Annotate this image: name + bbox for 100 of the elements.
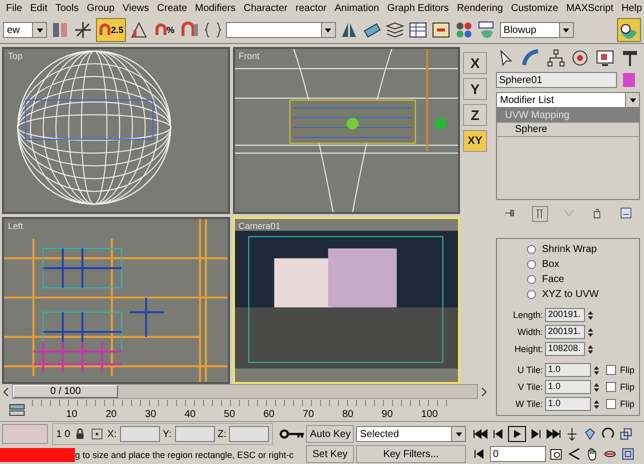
flip-checkbox[interactable]: Flip [606, 365, 635, 375]
dropdown-arrow-icon [454, 430, 462, 438]
parameter-field[interactable]: 1.0 [545, 380, 591, 394]
frame-number: 70 [302, 409, 314, 420]
mapping-radio-option[interactable]: Box [505, 258, 639, 271]
menu-item[interactable]: Character [240, 3, 292, 14]
modifier-list-dropdown[interactable]: Modifier List [496, 92, 640, 108]
axis-constraint-button[interactable]: Y [463, 78, 487, 100]
quick-render-icon[interactable] [617, 18, 641, 42]
flip-checkbox[interactable]: Flip [606, 382, 635, 392]
menu-item[interactable]: Graph Editors [383, 3, 453, 14]
go-to-start-icon[interactable] [472, 427, 488, 441]
dropdown-arrow-icon [628, 96, 636, 104]
menu-item[interactable]: Tools [51, 3, 83, 14]
angle-snap-icon[interactable] [128, 20, 149, 40]
maximize-viewport-icon[interactable] [620, 447, 636, 461]
key-icon[interactable] [279, 427, 306, 441]
time-slider-thumb[interactable]: 0 / 100 [13, 385, 118, 398]
spinner-arrows-icon[interactable] [587, 308, 594, 322]
time-configuration-icon[interactable] [548, 447, 564, 461]
dropdown-arrow-icon [562, 26, 570, 34]
object-name-field[interactable]: Sphere01 [496, 72, 617, 88]
frame-number: 10 [66, 409, 78, 420]
frame-number: 100 [421, 409, 438, 420]
key-filters-button[interactable]: Key Filters... [356, 445, 466, 463]
coordinate-label: X: [107, 428, 117, 440]
mapping-radio-option[interactable]: Shrink Wrap [505, 243, 639, 256]
move-icon[interactable] [73, 20, 93, 40]
spinner-arrows-icon[interactable] [593, 398, 600, 410]
material-editor-icon[interactable] [454, 20, 474, 40]
frame-number: 30 [145, 409, 156, 420]
current-frame-field[interactable]: 0 [490, 446, 546, 462]
coordinate-field[interactable] [229, 426, 270, 442]
script-listener-field[interactable] [2, 424, 48, 444]
frame-number: 40 [184, 409, 196, 420]
schematic-view-icon[interactable] [430, 20, 451, 40]
parameter-field[interactable]: 1.0 [545, 397, 591, 411]
axis-constraint-button[interactable]: XY [463, 130, 487, 152]
parameter-field[interactable]: 200191. [545, 308, 585, 322]
spinner-arrows-icon[interactable] [587, 342, 594, 356]
menu-item[interactable]: MAXScript [562, 3, 618, 14]
menu-item[interactable]: Create [153, 3, 192, 14]
spinner-arrows-icon[interactable] [587, 326, 594, 338]
coordinate-field[interactable] [174, 426, 215, 442]
parameter-field[interactable]: 200191. [545, 325, 585, 339]
menu-item[interactable]: Modifiers [191, 3, 240, 14]
motion-tab-icon[interactable] [570, 48, 590, 68]
dropdown-arrow-icon [324, 26, 332, 34]
previous-frame-icon[interactable] [2, 386, 10, 396]
menu-item[interactable]: reactor [292, 3, 331, 14]
object-color-swatch[interactable] [623, 73, 635, 87]
modify-tab-icon[interactable] [520, 48, 541, 68]
menu-item[interactable]: Rendering [452, 3, 507, 14]
configure-sets-icon[interactable] [618, 206, 633, 220]
modifier-stack-item[interactable]: Sphere [497, 123, 639, 137]
show-end-result-icon[interactable] [532, 206, 548, 222]
auto-key-button[interactable]: Auto Key [306, 425, 354, 443]
key-mode-dropdown[interactable]: Selected [356, 426, 466, 442]
frame-number: 90 [382, 409, 393, 420]
zoom-extents-icon[interactable] [618, 427, 634, 441]
parameter-field[interactable]: 108208. [545, 342, 585, 356]
menu-item[interactable]: Edit [26, 3, 52, 14]
mapping-radio-option[interactable]: XYZ to UVW [505, 288, 639, 301]
track-bar-icon[interactable] [8, 401, 26, 419]
frame-number: 60 [263, 409, 274, 420]
go-to-end-icon[interactable] [546, 427, 562, 441]
render-type-dropdown[interactable]: Blowup [500, 22, 574, 38]
menu-item[interactable]: File [2, 3, 26, 14]
parameter-label: Height: [513, 344, 543, 354]
set-key-button[interactable]: Set Key [306, 445, 354, 463]
layers-stack-icon[interactable] [384, 20, 405, 40]
spinner-arrows-icon[interactable] [593, 380, 600, 394]
play-icon[interactable] [508, 426, 526, 442]
menu-item[interactable]: Customize [506, 3, 562, 14]
orbit-icon[interactable] [600, 427, 616, 441]
curve-editor-icon[interactable] [408, 20, 428, 40]
hierarchy-tab-icon[interactable] [546, 48, 566, 68]
edit-named-selection-icon[interactable] [202, 20, 223, 40]
axis-constraint-button[interactable]: X [463, 52, 487, 74]
axis-constraint-button[interactable]: Z [463, 104, 487, 126]
named-selection-dropdown[interactable] [226, 22, 336, 38]
flip-checkbox[interactable]: Flip [606, 399, 635, 409]
percent-snap-toggle[interactable]: % [152, 18, 177, 42]
menu-item[interactable]: Views [118, 3, 154, 14]
spinner-arrows-icon[interactable] [593, 364, 600, 376]
view-dropdown[interactable]: ew [3, 22, 47, 38]
next-frame-icon[interactable] [480, 386, 488, 396]
coordinate-field[interactable] [120, 426, 160, 442]
parameter-field[interactable]: 1.0 [545, 363, 591, 377]
menu-item[interactable]: Animation [330, 3, 384, 14]
coordinate-label: Z: [218, 428, 226, 440]
parameter-label: Length: [512, 310, 543, 320]
parameter-label: V Tile: [516, 382, 543, 392]
menu-item[interactable]: Group [82, 3, 119, 14]
snap-toggle[interactable]: 2.5 [96, 18, 126, 42]
mapping-radio-option[interactable]: Face [505, 273, 639, 286]
display-tab-icon[interactable] [595, 48, 616, 68]
absolute-mode-icon[interactable] [90, 427, 104, 441]
menu-item[interactable]: Help [617, 3, 644, 14]
zoom-all-icon[interactable] [582, 427, 598, 441]
